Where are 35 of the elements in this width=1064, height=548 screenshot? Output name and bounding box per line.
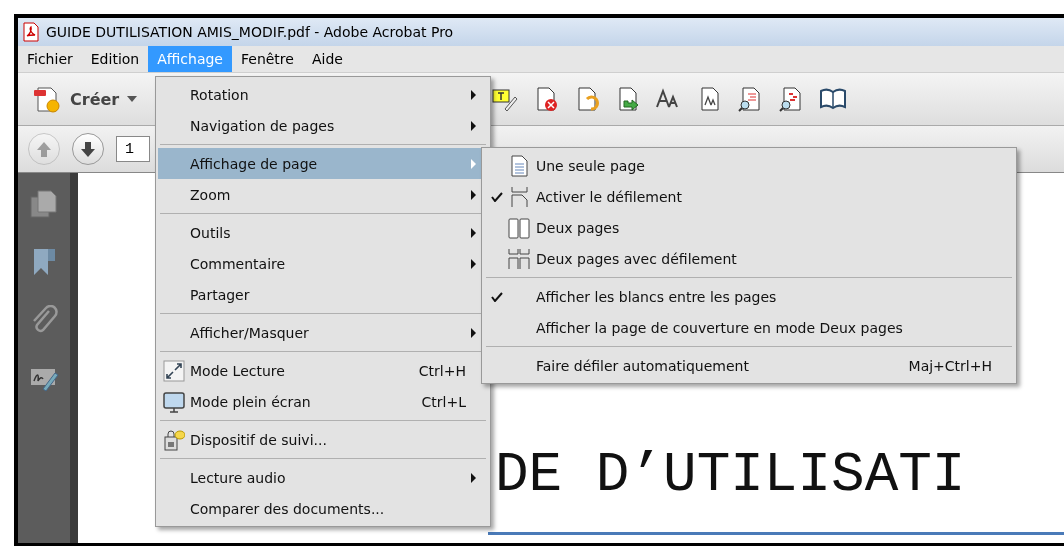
menu-item[interactable]: Deux pages avec défilement (484, 243, 1014, 274)
arrow-down-icon (79, 139, 97, 159)
two-pages-icon (508, 216, 530, 239)
create-button[interactable]: Créer (28, 82, 142, 116)
menu-item[interactable]: Fichier (18, 46, 82, 72)
check-icon (490, 291, 504, 302)
menu-item[interactable]: Aide (302, 46, 352, 72)
page-icon (508, 154, 530, 177)
page-number-field[interactable]: 1 (116, 136, 150, 162)
menu-item[interactable]: Faire défiler automatiquement Maj+Ctrl+H (484, 350, 1014, 381)
document-icon (32, 84, 62, 114)
pages-icon (29, 189, 59, 219)
arrow-down-button[interactable] (72, 133, 104, 165)
menu-item[interactable]: Lecture audio (158, 462, 488, 493)
document-heading: DE D’UTILISATI (495, 443, 967, 507)
lock-icon (163, 428, 185, 451)
expand-icon (163, 359, 185, 382)
caret-icon (127, 96, 138, 102)
menu-item[interactable]: Fenêtre (232, 46, 303, 72)
two-scroll-pages-icon (508, 247, 530, 270)
menu-item[interactable]: Comparer des documents... (158, 493, 488, 524)
menu-item[interactable]: Mode plein écran Ctrl+L (158, 386, 488, 417)
menu-item[interactable]: Navigation de pages (158, 110, 488, 141)
menu-item[interactable]: Afficher les blancs entre les pages (484, 281, 1014, 312)
scroll-page-icon (508, 185, 530, 208)
menu-item[interactable]: Afficher la page de couverture en mode Deux pages (484, 312, 1014, 343)
menu-item[interactable]: Dispositif de suivi... (158, 424, 488, 455)
menu-item[interactable]: Rotation (158, 79, 488, 110)
menu-item[interactable]: Activer le défilement (484, 181, 1014, 212)
menu-item[interactable]: Edition (81, 46, 149, 72)
check-icon (490, 191, 504, 202)
window-title: GUIDE DUTILISATION AMIS_MODIF.pdf - Adobe Acrobat Pro (46, 24, 454, 40)
menu-item[interactable]: Deux pages (484, 212, 1014, 243)
monitor-icon (163, 390, 185, 413)
pdf-icon (22, 22, 40, 42)
